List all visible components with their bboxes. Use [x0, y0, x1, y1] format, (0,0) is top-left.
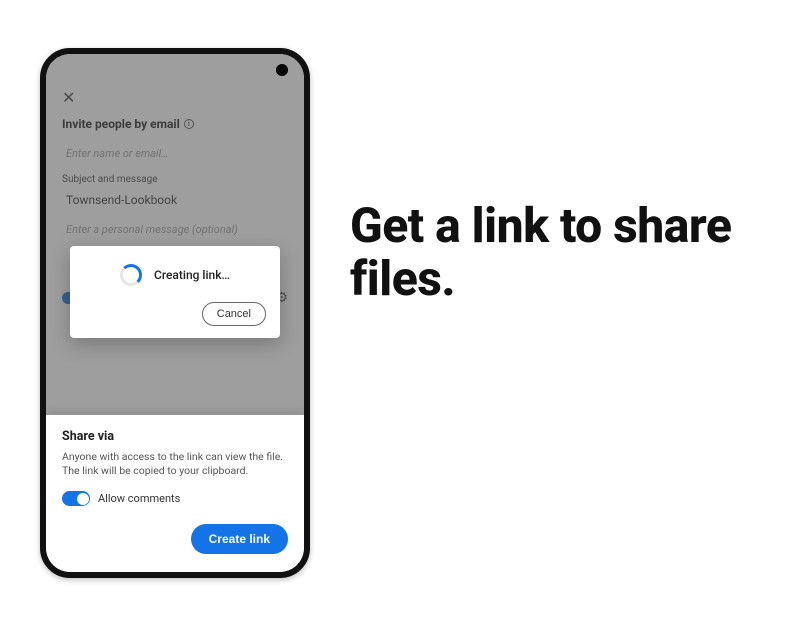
share-sheet-description: Anyone with access to the link can view …: [62, 450, 288, 479]
creating-link-modal: Creating link… Cancel: [70, 246, 280, 338]
modal-status-text: Creating link…: [154, 268, 230, 282]
phone-screen: ✕ Invite people by email i Enter name or…: [46, 54, 304, 572]
phone-frame: ✕ Invite people by email i Enter name or…: [40, 48, 310, 578]
spinner-icon: [120, 264, 142, 286]
share-sheet-title: Share via: [62, 429, 288, 444]
allow-comments-label: Allow comments: [98, 492, 180, 505]
share-sheet: Share via Anyone with access to the link…: [46, 415, 304, 572]
cancel-button[interactable]: Cancel: [202, 302, 266, 326]
allow-comments-toggle[interactable]: [62, 491, 90, 506]
create-link-button[interactable]: Create link: [191, 524, 288, 554]
marketing-headline: Get a link to share files.: [350, 200, 770, 306]
camera-hole: [276, 64, 288, 76]
